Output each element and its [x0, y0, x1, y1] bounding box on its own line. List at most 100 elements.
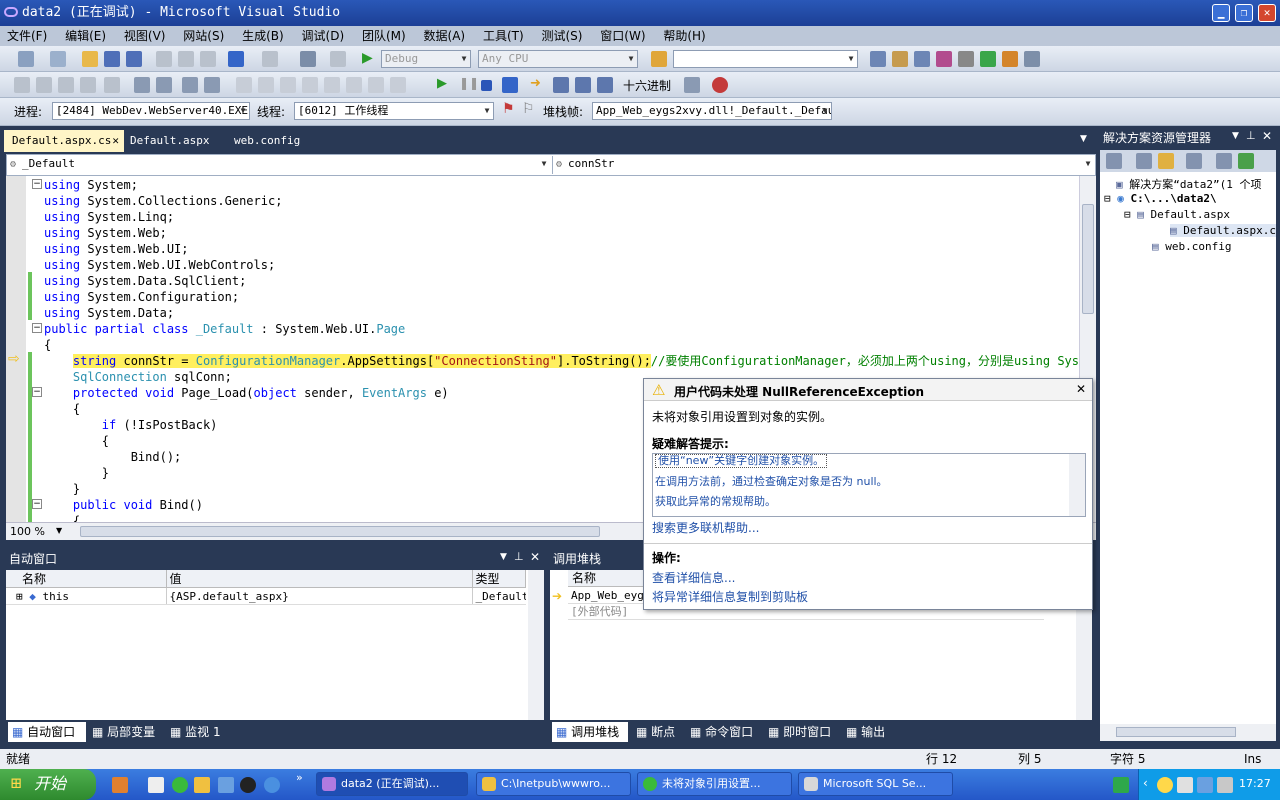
table-row[interactable]: ⊞ ◆ this {ASP.default_aspx} _Default — [6, 587, 526, 605]
redo-icon[interactable] — [262, 51, 278, 67]
menu-test[interactable]: 测试(S) — [534, 26, 589, 46]
tab-autos[interactable]: ▦ 自动窗口 — [8, 722, 86, 742]
comment-out-icon[interactable] — [182, 77, 198, 93]
taskbar-item-explorer[interactable]: C:\Inetpub\wwwro... — [476, 772, 631, 796]
vertical-scrollbar[interactable] — [1069, 454, 1085, 516]
open-file-icon[interactable] — [82, 51, 98, 67]
tip-link[interactable]: 在调用方法前，通过检查确定对象是否为 null。 — [655, 473, 888, 489]
collapse-icon[interactable]: − — [32, 179, 42, 189]
quick-launch-icon[interactable] — [148, 777, 164, 793]
type-select[interactable]: ⚙ _Default ▼ — [7, 156, 550, 174]
threads-icon[interactable] — [684, 77, 700, 93]
format-icon[interactable] — [36, 77, 52, 93]
break-all-icon[interactable]: ❚❚ — [459, 76, 479, 90]
pin-icon[interactable]: ⊥ — [514, 550, 524, 563]
tab-command-window[interactable]: ▦ 命令窗口 — [686, 722, 757, 742]
menu-window[interactable]: 窗口(W) — [593, 26, 652, 46]
close-button[interactable]: ✕ — [1258, 4, 1276, 22]
tab-output[interactable]: ▦ 输出 — [842, 722, 889, 742]
step-into-icon[interactable] — [553, 77, 569, 93]
properties-icon[interactable] — [1106, 153, 1122, 169]
navigate-backward-icon[interactable] — [300, 51, 316, 67]
object-browser-icon[interactable] — [914, 51, 930, 67]
bookmark-icon[interactable] — [324, 77, 340, 93]
start-debugging-icon[interactable]: ▶ — [362, 50, 373, 66]
undo-icon[interactable] — [228, 51, 244, 67]
refresh-icon[interactable] — [1136, 153, 1152, 169]
tray-expand-icon[interactable]: ‹ — [1143, 776, 1148, 790]
stop-debugging-icon[interactable] — [481, 80, 492, 91]
paste-icon[interactable] — [200, 51, 216, 67]
step-over-icon[interactable] — [575, 77, 591, 93]
extension-manager-icon[interactable] — [1002, 51, 1018, 67]
horizontal-scroll-thumb[interactable] — [80, 526, 600, 537]
menu-build[interactable]: 生成(B) — [235, 26, 291, 46]
scrollbar-thumb[interactable] — [1116, 727, 1236, 737]
close-panel-icon[interactable]: ✕ — [530, 550, 540, 564]
new-project-icon[interactable] — [18, 51, 34, 67]
find-combo[interactable]: ▼ — [673, 50, 858, 68]
show-next-statement-icon[interactable]: ➜ — [530, 76, 541, 91]
bookmark-icon[interactable] — [236, 77, 252, 93]
more-icon[interactable]: » — [296, 771, 303, 784]
close-panel-icon[interactable]: ✕ — [1262, 129, 1272, 143]
save-icon[interactable] — [104, 51, 120, 67]
tab-default-aspx-cs[interactable]: Default.aspx.cs ✕ — [4, 130, 124, 152]
quick-launch-icon[interactable] — [218, 777, 234, 793]
minimize-button[interactable]: ▁ — [1212, 4, 1230, 22]
asp-net-config-icon[interactable] — [1238, 153, 1254, 169]
solution-hscrollbar[interactable] — [1100, 724, 1276, 741]
collapse-icon[interactable]: − — [32, 499, 42, 509]
menu-website[interactable]: 网站(S) — [176, 26, 231, 46]
search-online-help-link[interactable]: 搜索更多联机帮助... — [652, 519, 759, 536]
tab-default-aspx[interactable]: Default.aspx — [122, 130, 217, 152]
bookmark-icon[interactable] — [302, 77, 318, 93]
tree-item-default-aspx-cs[interactable]: ▤ Default.aspx.c — [1170, 224, 1276, 237]
menu-help[interactable]: 帮助(H) — [656, 26, 712, 46]
step-out-icon[interactable] — [597, 77, 613, 93]
stack-frame-select[interactable]: App_Web_eygs2xvy.dll!_Default._Defaul ▼ — [592, 102, 832, 120]
continue-icon[interactable]: ▶ — [437, 76, 447, 91]
properties-icon[interactable] — [892, 51, 908, 67]
show-all-files-icon[interactable] — [1158, 153, 1174, 169]
tree-item-web-config[interactable]: ▤ web.config — [1152, 240, 1231, 253]
tab-web-config[interactable]: web.config — [226, 130, 308, 152]
solution-configuration-select[interactable]: Debug ▼ — [381, 50, 471, 68]
bookmark-icon[interactable] — [368, 77, 384, 93]
volume-icon[interactable] — [1157, 777, 1173, 793]
breakpoints-icon[interactable] — [712, 77, 728, 93]
column-header-name[interactable]: 名称 — [6, 570, 167, 588]
bookmark-icon[interactable] — [346, 77, 362, 93]
pin-icon[interactable]: ⊥ — [1246, 129, 1256, 142]
panel-menu-icon[interactable]: ▼ — [1232, 131, 1239, 141]
thread-select[interactable]: [6012] 工作线程 ▼ — [294, 102, 494, 120]
menu-edit[interactable]: 编辑(E) — [58, 26, 113, 46]
uncomment-icon[interactable] — [204, 77, 220, 93]
close-tab-icon[interactable]: ✕ — [112, 130, 119, 152]
outdent-icon[interactable] — [134, 77, 150, 93]
tab-breakpoints[interactable]: ▦ 断点 — [632, 722, 679, 742]
indent-icon[interactable] — [156, 77, 172, 93]
menu-tools[interactable]: 工具(T) — [476, 26, 531, 46]
member-select[interactable]: ⚙ connStr ▼ — [552, 156, 1094, 174]
tray-icon[interactable] — [1113, 777, 1129, 793]
column-header-value[interactable]: 值 — [166, 570, 473, 588]
start-page-icon[interactable] — [980, 51, 996, 67]
collapse-icon[interactable]: ⊟ — [1104, 192, 1117, 205]
clear-bookmarks-icon[interactable] — [390, 77, 406, 93]
taskbar-item-browser[interactable]: 未将对象引用设置... — [637, 772, 792, 796]
internet-explorer-icon[interactable] — [264, 777, 280, 793]
taskbar-item-sql-server[interactable]: Microsoft SQL Se... — [798, 772, 953, 796]
format-icon[interactable] — [14, 77, 30, 93]
flag-icon[interactable]: ⚐ — [522, 101, 535, 117]
restart-icon[interactable] — [502, 77, 518, 93]
tab-watch-1[interactable]: ▦ 监视 1 — [166, 722, 225, 742]
toolbox-icon[interactable] — [936, 51, 952, 67]
navigate-forward-icon[interactable] — [330, 51, 346, 67]
vertical-scrollbar[interactable] — [528, 570, 544, 720]
tree-item-solution[interactable]: ▣ 解决方案“data2”(1 个项 — [1116, 176, 1261, 192]
menu-view[interactable]: 视图(V) — [117, 26, 173, 46]
panel-menu-icon[interactable]: ▼ — [500, 552, 507, 562]
save-all-icon[interactable] — [126, 51, 142, 67]
solution-explorer-icon[interactable] — [870, 51, 886, 67]
